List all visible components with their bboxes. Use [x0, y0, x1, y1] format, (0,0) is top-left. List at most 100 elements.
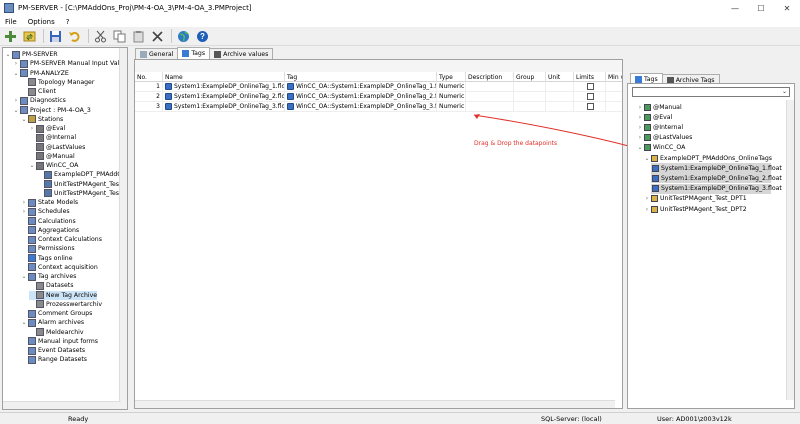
tree-item[interactable]: Calculations — [21, 217, 76, 226]
tree-item[interactable]: ⌄ PM-ANALYZE — [13, 69, 69, 78]
tree-item[interactable]: @Internal — [29, 133, 76, 142]
tree-item[interactable]: @LastValues — [29, 143, 85, 152]
paste-button[interactable] — [130, 28, 147, 44]
menu-options[interactable]: Options — [23, 18, 61, 26]
tag-tree-item[interactable]: › UnitTestPMAgent_Test_DPT2 — [644, 204, 747, 214]
globe-button[interactable] — [175, 28, 192, 44]
collapsed-chevron-icon[interactable]: › — [637, 124, 643, 131]
cell-group[interactable] — [514, 82, 546, 92]
column-header-no[interactable]: No. — [135, 72, 163, 82]
cell-description[interactable] — [466, 102, 514, 112]
cell-name[interactable]: System1:ExampleDP_OnlineTag_2.float — [163, 92, 285, 102]
tree-item[interactable]: Range Datasets — [21, 355, 87, 364]
tree-item[interactable]: › Diagnostics — [13, 96, 66, 105]
tree-item[interactable]: › PM-SERVER Manual Input Values — [13, 59, 127, 68]
cell-min-value[interactable] — [606, 92, 622, 102]
tree-item[interactable]: Manual input forms — [21, 337, 98, 346]
tree-item[interactable]: UnitTestPMAgent_Test_D — [37, 189, 127, 198]
tag-tree-item[interactable]: › @Eval — [637, 112, 672, 122]
save-button[interactable] — [47, 28, 64, 44]
tree-item[interactable]: ⌄ WinCC_OA — [29, 161, 78, 170]
tree-item[interactable]: Meldearchiv — [29, 328, 84, 337]
tree-item[interactable]: › State Models — [21, 198, 78, 207]
tree-item[interactable]: ⌄ Project : PM-4-OA_3 — [13, 106, 91, 115]
tree-item[interactable]: @Manual — [29, 152, 75, 161]
column-header-description[interactable]: Description — [466, 72, 514, 82]
limits-checkbox[interactable] — [587, 93, 594, 100]
tree-item[interactable]: ⌄ Tag archives — [21, 272, 76, 281]
delete-button[interactable] — [149, 28, 166, 44]
minimize-button[interactable]: — — [722, 0, 748, 16]
column-header-tag[interactable]: Tag — [285, 72, 437, 82]
add-button[interactable] — [2, 28, 19, 44]
tree-item[interactable]: Context acquisition — [21, 263, 98, 272]
tab-tags[interactable]: Tags — [177, 47, 211, 59]
cell-group[interactable] — [514, 92, 546, 102]
collapsed-chevron-icon[interactable]: › — [13, 60, 19, 67]
expanded-chevron-icon[interactable]: ⌄ — [13, 107, 19, 114]
tag-tree-item[interactable]: › @Internal — [637, 122, 683, 132]
navigation-tree[interactable]: ⌄ PM-SERVER › PM-SERVER Manual Input Values… — [2, 47, 128, 410]
expanded-chevron-icon[interactable]: ⌄ — [13, 70, 19, 77]
tree-item[interactable]: Client — [21, 87, 56, 96]
expanded-chevron-icon[interactable]: ⌄ — [21, 319, 27, 326]
menu-file[interactable]: File — [0, 18, 23, 26]
cell-unit[interactable] — [546, 92, 574, 102]
collapsed-chevron-icon[interactable]: › — [637, 134, 643, 141]
collapsed-chevron-icon[interactable]: › — [29, 125, 35, 132]
cut-button[interactable] — [92, 28, 109, 44]
pane-splitter[interactable] — [129, 47, 132, 410]
column-header-type[interactable]: Type — [437, 72, 466, 82]
tab-archive-values[interactable]: Archive values — [209, 48, 274, 59]
cell-type[interactable]: Numeric — [437, 102, 466, 112]
column-header-limits[interactable]: Limits — [574, 72, 606, 82]
limits-checkbox[interactable] — [587, 83, 594, 90]
station-filter-dropdown[interactable]: ⌄ — [632, 87, 790, 97]
navigation-tree-horizontal-scrollbar[interactable] — [3, 401, 121, 409]
tree-item[interactable]: Event Datasets — [21, 346, 85, 355]
cell-min-value[interactable] — [606, 82, 622, 92]
collapsed-chevron-icon[interactable]: › — [21, 199, 27, 206]
tree-item[interactable]: Prozesswertarchiv — [29, 300, 102, 309]
expanded-chevron-icon[interactable]: ⌄ — [5, 51, 11, 58]
cell-unit[interactable] — [546, 102, 574, 112]
tree-item[interactable]: UnitTestPMAgent_Test_D — [37, 180, 127, 189]
maximize-button[interactable]: ☐ — [748, 0, 774, 16]
table-row[interactable]: 2 System1:ExampleDP_OnlineTag_2.float WinC… — [135, 92, 622, 102]
cell-description[interactable] — [466, 82, 514, 92]
cell-tag[interactable]: WinCC_OA::System1:ExampleDP_OnlineTag_3.… — [285, 102, 437, 112]
tab-general[interactable]: General — [135, 48, 179, 59]
tree-item[interactable]: ExampleDPT_PMAddOns — [37, 170, 127, 179]
help-button[interactable]: ? — [194, 28, 211, 44]
cell-name[interactable]: System1:ExampleDP_OnlineTag_3.float — [163, 102, 285, 112]
collapsed-chevron-icon[interactable]: › — [644, 195, 650, 202]
tag-tree-item[interactable]: › @Manual — [637, 102, 682, 112]
column-header-min-value[interactable]: Min va — [606, 72, 622, 82]
grid-horizontal-scrollbar[interactable] — [135, 400, 615, 408]
tag-source-vertical-scrollbar[interactable] — [786, 100, 794, 400]
tree-item[interactable]: Topology Manager — [21, 78, 94, 87]
tag-tree-item[interactable]: › UnitTestPMAgent_Test_DPT1 — [644, 194, 747, 204]
navigation-tree-vertical-scrollbar[interactable] — [119, 48, 127, 409]
tag-tree-item[interactable]: System1:ExampleDP_OnlineTag_3.float — [651, 183, 782, 194]
collapsed-chevron-icon[interactable]: › — [644, 206, 650, 213]
tree-item[interactable]: Permissions — [21, 244, 75, 253]
cell-tag[interactable]: WinCC_OA::System1:ExampleDP_OnlineTag_1.… — [285, 82, 437, 92]
tree-item[interactable]: ⌄ PM-SERVER — [5, 50, 58, 59]
expanded-chevron-icon[interactable]: ⌄ — [637, 144, 643, 151]
limits-checkbox[interactable] — [587, 103, 594, 110]
expanded-chevron-icon[interactable]: ⌄ — [21, 116, 27, 123]
expanded-chevron-icon[interactable]: ⌄ — [21, 273, 27, 280]
cell-unit[interactable] — [546, 82, 574, 92]
tag-tree-item[interactable]: › @LastValues — [637, 133, 692, 143]
collapsed-chevron-icon[interactable]: › — [21, 208, 27, 215]
cell-description[interactable] — [466, 92, 514, 102]
column-header-group[interactable]: Group — [514, 72, 546, 82]
cell-name[interactable]: System1:ExampleDP_OnlineTag_1.float — [163, 82, 285, 92]
tag-tree-item[interactable]: ⌄ ExampleDPT_PMAddOns_OnlineTags — [644, 153, 772, 163]
tree-item[interactable]: Comment Groups — [21, 309, 92, 318]
tree-item[interactable]: Context Calculations — [21, 235, 102, 244]
cell-tag[interactable]: WinCC_OA::System1:ExampleDP_OnlineTag_2.… — [285, 92, 437, 102]
collapsed-chevron-icon[interactable]: › — [637, 114, 643, 121]
table-row[interactable]: 3 System1:ExampleDP_OnlineTag_3.float WinC… — [135, 102, 622, 112]
